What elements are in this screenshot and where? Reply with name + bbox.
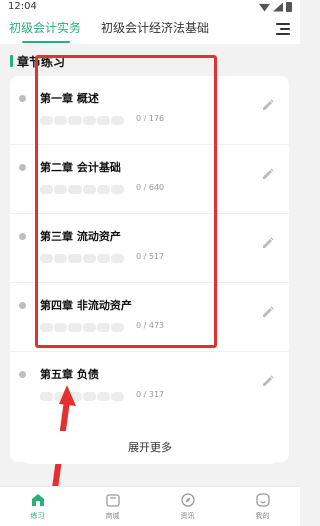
nav-item-profile[interactable]: 我的: [225, 487, 300, 526]
bullet-dot: [19, 233, 26, 240]
nav-label: 资讯: [180, 512, 195, 520]
nav-label: 练习: [30, 512, 45, 520]
chapter-progress-bar: [40, 116, 125, 125]
tab-accounting-practice[interactable]: 初级会计实务: [9, 19, 81, 36]
pencil-icon[interactable]: [261, 305, 274, 318]
nav-item-practice[interactable]: 练习: [0, 487, 75, 526]
wifi-icon: [259, 3, 270, 12]
chapter-title: 第五章 负债: [40, 368, 99, 381]
chapter-item[interactable]: 第五章 负债 0 / 317: [10, 352, 289, 421]
chapter-item[interactable]: 第一章 概述 0 / 176: [10, 76, 289, 145]
menu-icon[interactable]: [274, 23, 290, 35]
nav-label: 我的: [255, 512, 270, 520]
nav-label: 商城: [105, 512, 120, 520]
shop-icon: [105, 492, 121, 508]
chapter-progress-bar: [40, 323, 125, 332]
active-tab-indicator: [22, 41, 70, 43]
chapter-title: 第一章 概述: [40, 92, 99, 105]
pencil-icon[interactable]: [261, 98, 274, 111]
bullet-dot: [19, 164, 26, 171]
chapter-progress-count: 0 / 317: [136, 390, 165, 399]
status-icons: [259, 2, 292, 12]
chapter-progress-count: 0 / 176: [136, 114, 165, 123]
header: 初级会计实务 初级会计经济法基础: [0, 14, 300, 44]
battery-icon: [286, 2, 292, 12]
pencil-icon[interactable]: [261, 167, 274, 180]
pencil-icon[interactable]: [261, 374, 274, 387]
pencil-icon[interactable]: [261, 236, 274, 249]
bullet-dot: [19, 95, 26, 102]
bullet-dot: [19, 371, 26, 378]
bullet-dot: [19, 302, 26, 309]
chapter-item[interactable]: 第四章 非流动资产 0 / 473: [10, 283, 289, 352]
chapter-progress-bar: [40, 185, 125, 194]
chapter-item[interactable]: 第三章 流动资产 0 / 517: [10, 214, 289, 283]
profile-icon: [255, 492, 271, 508]
expand-more-button[interactable]: 展开更多: [15, 431, 285, 464]
main-content: 章节练习 第一章 概述 0 / 176 第二章 会计基础 0 / 640 第三章…: [0, 44, 300, 486]
chapter-title: 第四章 非流动资产: [40, 299, 132, 312]
nav-item-news[interactable]: 资讯: [150, 487, 225, 526]
compass-icon: [180, 492, 196, 508]
tab-economic-law[interactable]: 初级会计经济法基础: [101, 19, 209, 36]
chapter-item[interactable]: 第二章 会计基础 0 / 640: [10, 145, 289, 214]
chapter-list-card: 第一章 概述 0 / 176 第二章 会计基础 0 / 640 第三章 流动资产…: [10, 76, 289, 462]
home-icon: [30, 492, 46, 508]
chapter-progress-bar: [40, 392, 125, 401]
status-bar: 12:04: [0, 0, 300, 14]
nav-item-shop[interactable]: 商城: [75, 487, 150, 526]
status-time: 12:04: [8, 1, 37, 12]
chapter-progress-count: 0 / 640: [136, 183, 165, 192]
chapter-progress-bar: [40, 254, 125, 263]
bottom-nav: 练习 商城 资讯 我的: [0, 486, 300, 526]
chapter-title: 第二章 会计基础: [40, 161, 121, 174]
chapter-progress-count: 0 / 473: [136, 321, 165, 330]
chapter-progress-count: 0 / 517: [136, 252, 165, 261]
chapter-title: 第三章 流动资产: [40, 230, 121, 243]
section-title: 章节练习: [10, 53, 65, 70]
signal-icon: [273, 2, 283, 12]
